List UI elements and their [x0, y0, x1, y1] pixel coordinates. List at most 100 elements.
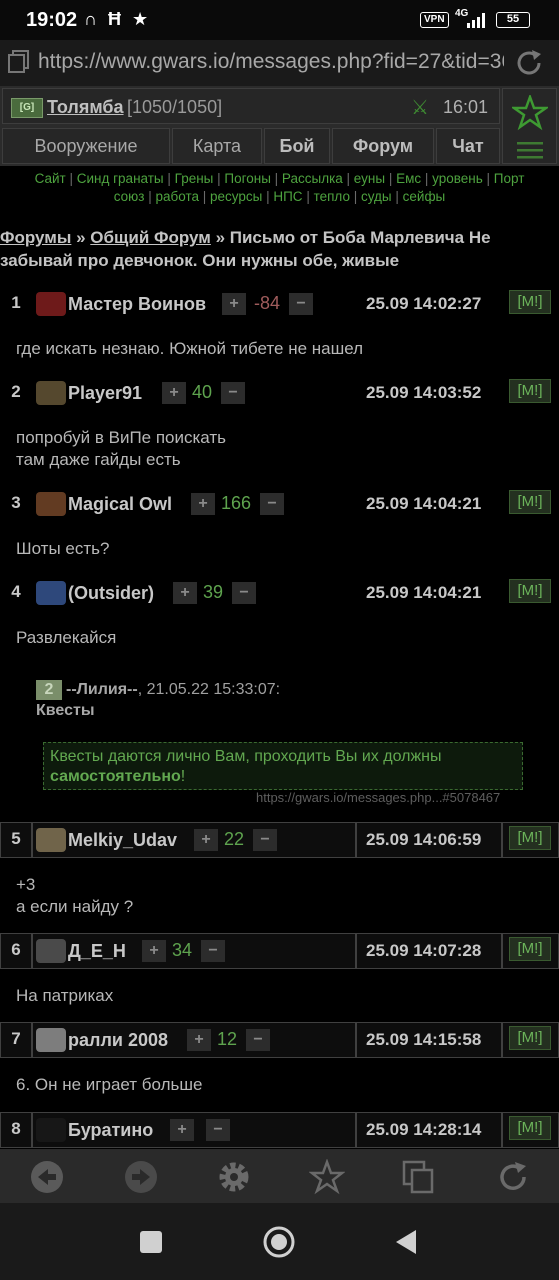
vote-plus-button[interactable]: +: [222, 293, 246, 315]
link-euny[interactable]: еуны: [354, 171, 385, 186]
vpn-indicator: VPN: [420, 12, 449, 28]
refresh-icon[interactable]: [495, 1159, 531, 1195]
headphones-icon: ∩: [84, 9, 97, 29]
post-author-link[interactable]: Melkiy_Udav: [68, 830, 177, 851]
post-number: 7: [11, 1029, 21, 1048]
post-number: 2: [11, 382, 21, 401]
vote-plus-button[interactable]: +: [173, 582, 197, 604]
copy-icon[interactable]: [401, 1159, 437, 1195]
forward-icon[interactable]: [123, 1159, 159, 1195]
message-button[interactable]: [M!]: [509, 1116, 551, 1140]
user-avatar-icon[interactable]: [36, 1118, 66, 1142]
home-icon[interactable]: [262, 1225, 296, 1259]
user-avatar-icon[interactable]: [36, 381, 66, 405]
post-author-link[interactable]: Д_Е_Н: [68, 941, 126, 962]
user-avatar-icon[interactable]: [36, 581, 66, 605]
nav-forum[interactable]: Форум: [332, 128, 434, 164]
message-button[interactable]: [M!]: [509, 290, 551, 314]
star-icon[interactable]: [512, 95, 548, 131]
vote-minus-button[interactable]: −: [232, 582, 256, 604]
system-nav-bar: [0, 1203, 559, 1280]
link-union[interactable]: союз: [114, 189, 145, 204]
game-header: [G] Толямба [1050/1050] ⚔ 16:01 Вооружен…: [0, 86, 559, 166]
breadcrumb-forums[interactable]: Форумы: [0, 228, 71, 247]
bookmark-star-icon[interactable]: [309, 1159, 345, 1195]
post-date: 25.09 14:03:52: [366, 383, 482, 402]
vote-minus-button[interactable]: −: [246, 1029, 270, 1051]
vote-minus-button[interactable]: −: [221, 382, 245, 404]
link-work[interactable]: работа: [156, 189, 200, 204]
vote-minus-button[interactable]: −: [289, 293, 313, 315]
message-button[interactable]: [M!]: [509, 379, 551, 403]
post-author-link[interactable]: Мастер Воинов: [68, 294, 206, 315]
user-avatar-icon[interactable]: [36, 939, 66, 963]
nav-battle[interactable]: Бой: [264, 128, 330, 164]
message-button[interactable]: [M!]: [509, 579, 551, 603]
recent-apps-icon[interactable]: [140, 1231, 162, 1253]
reload-icon[interactable]: [514, 48, 546, 78]
vote-minus-button[interactable]: −: [260, 493, 284, 515]
breadcrumb-general-forum[interactable]: Общий Форум: [90, 228, 211, 247]
user-avatar-icon[interactable]: [36, 492, 66, 516]
message-button[interactable]: [M!]: [509, 1026, 551, 1050]
quote-author[interactable]: --Лилия--: [66, 681, 138, 698]
quote-number[interactable]: 2: [36, 680, 62, 700]
vote-minus-button[interactable]: −: [201, 940, 225, 962]
menu-panel[interactable]: [502, 88, 557, 164]
post-header: 8 Буратино + − 25.09 14:28:14 [M!]: [0, 1112, 559, 1148]
user-avatar-icon[interactable]: [36, 292, 66, 316]
user-avatar-icon[interactable]: [36, 1028, 66, 1052]
link-heat[interactable]: тепло: [314, 189, 350, 204]
link-level[interactable]: уровень: [432, 171, 483, 186]
vote-plus-button[interactable]: +: [194, 829, 218, 851]
vote-plus-button[interactable]: +: [142, 940, 166, 962]
link-nps[interactable]: НПС: [273, 189, 302, 204]
post-author-link[interactable]: Magical Owl: [68, 494, 172, 515]
tabs-icon[interactable]: [8, 50, 30, 74]
nav-map[interactable]: Карта: [172, 128, 262, 164]
post-date: 25.09 14:04:21: [366, 494, 482, 513]
link-site[interactable]: Сайт: [35, 171, 66, 186]
quote-source-link[interactable]: https://gwars.io/messages.php...#5078467: [256, 790, 500, 805]
hamburger-icon[interactable]: [517, 141, 543, 159]
post-header: 5 Melkiy_Udav +22− 25.09 14:06:59 [M!]: [0, 822, 559, 858]
post-score: 34: [172, 940, 193, 960]
vote-minus-button[interactable]: −: [206, 1119, 230, 1141]
post-score: 166: [221, 493, 252, 513]
vote-plus-button[interactable]: +: [191, 493, 215, 515]
nav-weapons[interactable]: Вооружение: [2, 128, 170, 164]
link-grenades[interactable]: Грены: [175, 171, 214, 186]
url-input[interactable]: https://www.gwars.io/messages.php?fid=27…: [38, 50, 504, 74]
breadcrumb-sep: »: [71, 228, 91, 247]
link-mailing[interactable]: Рассылка: [282, 171, 343, 186]
link-port[interactable]: Порт: [494, 171, 525, 186]
message-button[interactable]: [M!]: [509, 490, 551, 514]
quote-title: Квесты: [36, 702, 95, 719]
player-name-link[interactable]: Толямба: [47, 97, 124, 118]
nav-chat[interactable]: Чат: [436, 128, 500, 164]
link-resources[interactable]: ресурсы: [210, 189, 262, 204]
settings-icon[interactable]: [216, 1159, 252, 1195]
user-avatar-icon[interactable]: [36, 828, 66, 852]
post-author-link[interactable]: ралли 2008: [68, 1030, 168, 1051]
back-icon[interactable]: [29, 1159, 65, 1195]
link-ems[interactable]: Емс: [396, 171, 421, 186]
quote-text: Квесты даются лично Вам, проходить Вы их…: [50, 748, 442, 765]
post-author-link[interactable]: Буратино: [68, 1120, 153, 1141]
syndicate-flag-icon[interactable]: [G]: [11, 98, 43, 118]
post-date: 25.09 14:04:21: [366, 583, 482, 602]
link-synd-grenades[interactable]: Синд гранаты: [77, 171, 164, 186]
post-number: 1: [11, 293, 21, 312]
back-nav-icon[interactable]: [394, 1229, 418, 1255]
vote-plus-button[interactable]: +: [162, 382, 186, 404]
link-courts[interactable]: суды: [361, 189, 392, 204]
post-author-link[interactable]: (Outsider): [68, 583, 154, 604]
message-button[interactable]: [M!]: [509, 937, 551, 961]
post-author-link[interactable]: Player91: [68, 383, 142, 404]
vote-minus-button[interactable]: −: [253, 829, 277, 851]
link-epaulettes[interactable]: Погоны: [224, 171, 271, 186]
message-button[interactable]: [M!]: [509, 826, 551, 850]
vote-plus-button[interactable]: +: [187, 1029, 211, 1051]
link-safes[interactable]: сейфы: [403, 189, 446, 204]
vote-plus-button[interactable]: +: [170, 1119, 194, 1141]
